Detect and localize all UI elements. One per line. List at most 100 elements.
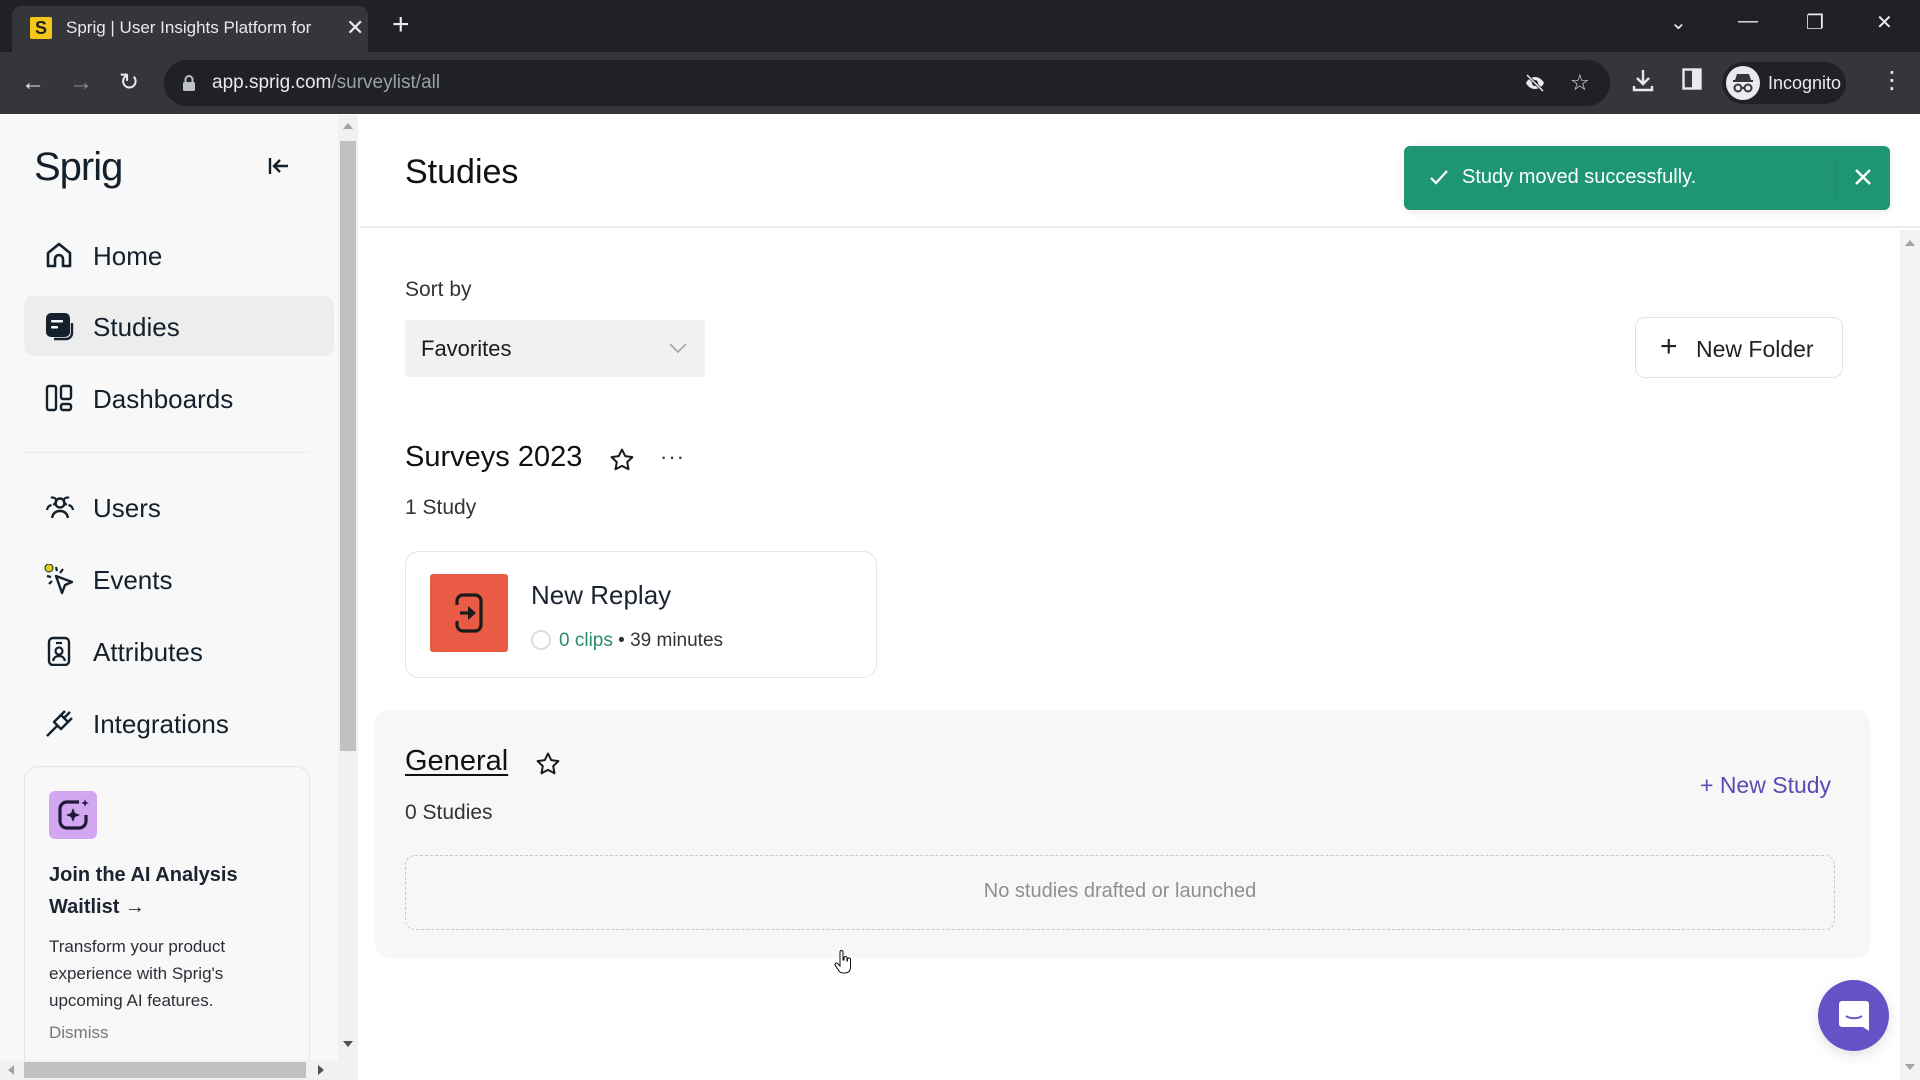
status-circle-icon (531, 630, 551, 650)
sort-by-label: Sort by (405, 278, 472, 301)
events-icon (44, 564, 74, 595)
sidebar-item-label: Studies (93, 312, 180, 342)
new-study-link[interactable]: + New Study (1700, 772, 1831, 799)
minimize-icon[interactable]: — (1738, 10, 1758, 33)
browser-tab[interactable]: S Sprig | User Insights Platform for ✕ (12, 6, 368, 52)
folder-title[interactable]: General (405, 745, 508, 778)
sort-by-value: Favorites (421, 336, 512, 361)
new-folder-label: New Folder (1696, 336, 1814, 362)
toast-close-icon[interactable] (1852, 166, 1874, 188)
browser-tab-strip: S Sprig | User Insights Platform for ✕ +… (0, 0, 1920, 52)
lock-icon (182, 74, 196, 92)
scroll-up-arrow-icon[interactable] (1905, 240, 1915, 246)
empty-studies-dropzone: No studies drafted or launched (405, 855, 1835, 930)
sidebar-divider (24, 452, 310, 453)
dismiss-button[interactable]: Dismiss (49, 1023, 109, 1043)
plus-icon: + (1660, 330, 1678, 363)
studies-icon (44, 311, 74, 341)
sort-by-select[interactable]: Favorites (405, 320, 705, 377)
sprig-favicon-icon: S (30, 17, 52, 39)
incognito-icon (1726, 66, 1760, 100)
sidebar-item-label: Home (93, 241, 163, 271)
tab-title: Sprig | User Insights Platform for (66, 18, 312, 37)
tab-search-chevron-icon[interactable]: ⌄ (1670, 10, 1687, 35)
sidebar-horizontal-scrollbar[interactable] (0, 1060, 358, 1080)
hand-cursor-icon (834, 950, 852, 974)
sidebar-item-label: Attributes (93, 637, 203, 667)
page-title: Studies (405, 153, 519, 191)
ai-waitlist-card: Join the AI Analysis Waitlist → Transfor… (24, 766, 310, 1060)
collapse-sidebar-icon[interactable] (266, 155, 292, 177)
forward-icon[interactable]: → (64, 66, 98, 100)
scroll-right-arrow-icon[interactable] (318, 1065, 324, 1075)
tab-close-icon[interactable]: ✕ (346, 16, 364, 40)
side-panel-icon[interactable] (1682, 68, 1702, 90)
sidebar-item-home[interactable]: Home (24, 225, 334, 285)
sidebar-item-label: Events (93, 565, 173, 595)
reload-icon[interactable]: ↻ (112, 66, 146, 100)
study-thumbnail (430, 574, 508, 652)
empty-state-message: No studies drafted or launched (983, 880, 1257, 902)
bookmark-star-icon[interactable]: ☆ (1570, 70, 1590, 96)
study-name: New Replay (531, 580, 672, 610)
folder-study-count: 0 Studies (405, 801, 493, 824)
sprig-logo[interactable]: Sprig (34, 145, 123, 190)
sidebar: Sprig Home Studies Dashboards Users Even… (0, 115, 338, 1060)
folder-study-count: 1 Study (405, 496, 477, 519)
sidebar-item-integrations[interactable]: Integrations (24, 693, 334, 753)
ai-sparkle-icon (49, 791, 97, 839)
study-card[interactable]: New Replay 0 clips • 39 minutes (405, 551, 877, 678)
meta-separator: • (618, 630, 625, 651)
tracking-protection-eye-icon[interactable] (1524, 72, 1546, 94)
scroll-left-arrow-icon[interactable] (8, 1065, 14, 1075)
home-icon (44, 240, 74, 270)
favorite-star-icon[interactable] (535, 751, 561, 777)
window-close-icon[interactable]: ✕ (1876, 10, 1893, 35)
sidebar-item-label: Users (93, 493, 161, 523)
browser-menu-icon[interactable]: ⋮ (1880, 66, 1904, 95)
folder-more-options-icon[interactable]: ··· (660, 444, 685, 470)
sidebar-vertical-scrollbar[interactable] (338, 115, 358, 1060)
scroll-up-arrow-icon[interactable] (343, 123, 353, 129)
dashboards-icon (44, 383, 74, 413)
browser-toolbar: ← → ↻ app.sprig.com/surveylist/all ☆ Inc… (0, 52, 1920, 114)
success-toast: Study moved successfully. (1404, 146, 1890, 210)
support-chat-button[interactable] (1818, 980, 1889, 1051)
url-text: app.sprig.com/surveylist/all (212, 72, 441, 93)
sidebar-item-events[interactable]: Events (24, 549, 334, 609)
sidebar-item-dashboards[interactable]: Dashboards (24, 368, 334, 428)
chevron-down-icon (669, 342, 687, 354)
ai-waitlist-link[interactable]: Join the AI Analysis Waitlist → (49, 859, 299, 923)
sidebar-item-users[interactable]: Users (24, 477, 334, 537)
new-tab-icon[interactable]: + (392, 10, 410, 40)
scrollbar-thumb[interactable] (340, 141, 356, 751)
incognito-profile-button[interactable]: Incognito (1722, 62, 1846, 104)
scroll-down-arrow-icon[interactable] (1905, 1064, 1915, 1070)
toast-message: Study moved successfully. (1462, 166, 1697, 188)
restore-icon[interactable]: ❐ (1806, 10, 1824, 35)
new-folder-button[interactable]: + New Folder (1635, 317, 1843, 378)
main-vertical-scrollbar[interactable] (1900, 230, 1920, 1080)
incognito-label: Incognito (1768, 73, 1842, 93)
ai-waitlist-description: Transform your product experience with S… (49, 937, 226, 1010)
study-duration: 39 minutes (630, 630, 724, 651)
scroll-down-arrow-icon[interactable] (343, 1041, 353, 1047)
sidebar-item-studies[interactable]: Studies (24, 296, 334, 356)
sidebar-item-label: Dashboards (93, 384, 234, 414)
scrollbar-thumb[interactable] (24, 1062, 306, 1078)
back-icon[interactable]: ← (16, 66, 50, 100)
sidebar-item-label: Integrations (93, 709, 229, 739)
favorite-star-icon[interactable] (609, 447, 635, 473)
download-icon[interactable] (1632, 68, 1654, 92)
study-clips[interactable]: 0 clips (559, 630, 613, 651)
check-icon (1428, 166, 1450, 188)
attributes-icon (44, 636, 74, 666)
folder-title[interactable]: Surveys 2023 (405, 441, 582, 474)
toast-divider (1836, 158, 1837, 198)
study-meta: 0 clips • 39 minutes (531, 630, 723, 652)
users-icon (44, 492, 75, 522)
integrations-icon (44, 708, 74, 738)
address-bar[interactable]: app.sprig.com/surveylist/all ☆ (164, 60, 1610, 106)
sidebar-item-attributes[interactable]: Attributes (24, 621, 334, 681)
chat-icon (1839, 1001, 1869, 1031)
